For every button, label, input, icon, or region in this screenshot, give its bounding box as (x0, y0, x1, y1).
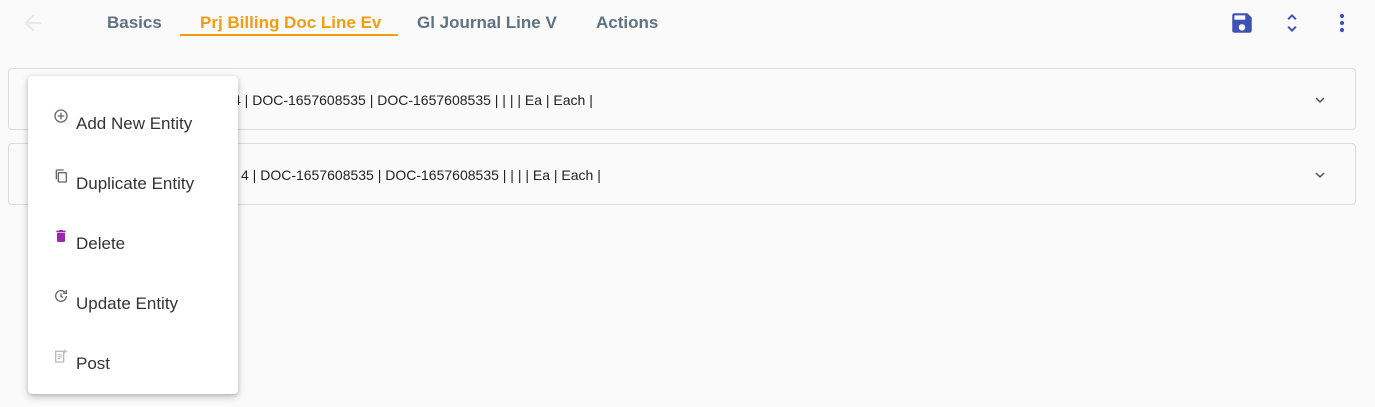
add-circle-icon (54, 109, 68, 123)
update-icon (55, 289, 67, 302)
row-summary: 4 | DOC-1657608535 | DOC-1657608535 | | … (241, 167, 601, 183)
chevron-down-icon[interactable] (1311, 91, 1329, 109)
menu-item-duplicate-entity[interactable]: Duplicate Entity (28, 144, 238, 204)
actions-menu: Add New Entity Duplicate Entity Delete U… (28, 76, 238, 394)
more-vert-icon[interactable] (1330, 10, 1354, 36)
tab-actions[interactable]: Actions (596, 12, 658, 34)
tab-gl-journal-line-v[interactable]: Gl Journal Line V (417, 12, 557, 34)
save-icon[interactable] (1229, 10, 1255, 36)
top-bar: Basics Prj Billing Doc Line Ev Gl Journa… (0, 0, 1375, 46)
menu-item-update-entity[interactable]: Update Entity (28, 264, 238, 324)
active-tab-indicator (180, 34, 398, 36)
row-summary: 4 | DOC-1657608535 | DOC-1657608535 | | … (233, 92, 593, 108)
menu-item-delete[interactable]: Delete (28, 204, 238, 264)
menu-item-add-new-entity[interactable]: Add New Entity (28, 84, 238, 144)
unfold-icon[interactable] (1280, 10, 1304, 36)
post-icon (55, 349, 67, 363)
trash-icon (56, 230, 66, 242)
menu-item-label: Post (76, 354, 111, 373)
arrow-left-icon[interactable] (20, 10, 46, 36)
tab-prj-billing-doc-line-ev[interactable]: Prj Billing Doc Line Ev (200, 12, 381, 34)
menu-item-post[interactable]: Post (28, 324, 238, 384)
tab-basics[interactable]: Basics (107, 12, 162, 34)
copy-icon (55, 169, 67, 183)
chevron-down-icon[interactable] (1311, 166, 1329, 184)
